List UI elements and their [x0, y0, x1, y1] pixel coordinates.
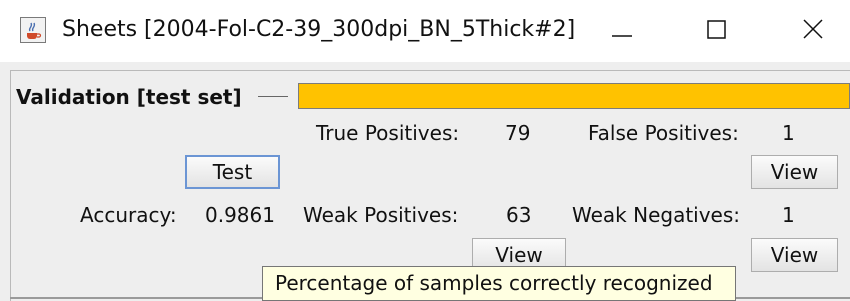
- accuracy-value: 0.9861: [205, 203, 275, 227]
- maximize-icon: [707, 20, 726, 39]
- minimize-button[interactable]: [590, 6, 650, 54]
- window-title-bar[interactable]: Sheets [2004-Fol-C2-39_300dpi_BN_5Thick#…: [0, 0, 850, 62]
- minimize-icon: [612, 35, 632, 37]
- close-icon: [803, 19, 823, 39]
- weak-negatives-value: 1: [782, 203, 795, 227]
- true-positives-label: True Positives:: [316, 121, 460, 145]
- validation-progress-bar: [298, 83, 850, 109]
- true-positives-value: 79: [505, 121, 531, 145]
- test-button[interactable]: Test: [185, 155, 280, 189]
- panel-border-top: [10, 70, 850, 71]
- window-title: Sheets [2004-Fol-C2-39_300dpi_BN_5Thick#…: [62, 17, 576, 42]
- false-positives-label: False Positives:: [588, 121, 739, 145]
- accuracy-label: Accuracy:: [80, 203, 177, 227]
- validation-section-label: Validation [test set]: [16, 85, 242, 109]
- maximize-button[interactable]: [685, 6, 745, 54]
- false-positives-value: 1: [782, 121, 795, 145]
- close-button[interactable]: [782, 6, 842, 54]
- progress-bar-fill: [299, 84, 849, 108]
- weak-positives-label: Weak Positives:: [303, 203, 459, 227]
- panel-border-left: [10, 70, 11, 301]
- view-false-positives-button[interactable]: View: [751, 155, 838, 189]
- view-weak-negatives-button[interactable]: View: [751, 238, 838, 272]
- weak-positives-value: 63: [506, 203, 532, 227]
- section-separator-line: [258, 96, 288, 97]
- weak-negatives-label: Weak Negatives:: [572, 203, 741, 227]
- accuracy-tooltip: Percentage of samples correctly recogniz…: [262, 266, 736, 301]
- java-coffee-cup-icon: [20, 17, 46, 43]
